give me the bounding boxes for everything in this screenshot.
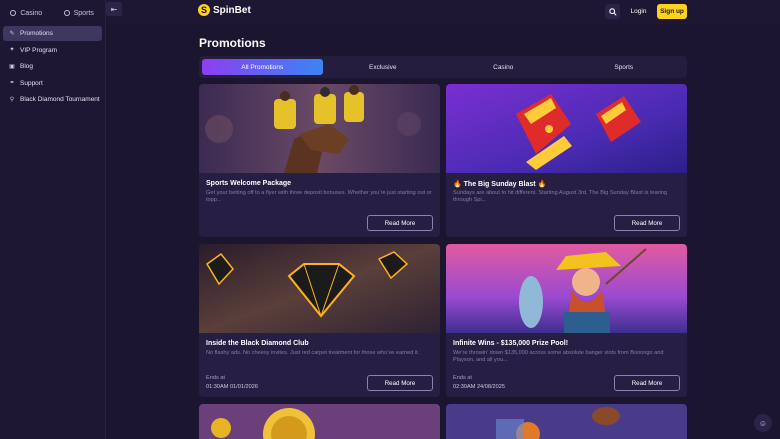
logo[interactable]: S SpinBet bbox=[198, 4, 251, 16]
sidebar-item-label: Promotions bbox=[20, 30, 53, 37]
read-more-button[interactable]: Read More bbox=[367, 215, 433, 231]
sidebar-item-support[interactable]: ⚭ Support bbox=[3, 76, 102, 91]
chat-icon: ☺ bbox=[758, 418, 768, 428]
page-title: Promotions bbox=[199, 36, 266, 50]
blog-icon: ▣ bbox=[9, 63, 15, 70]
card-description: We’re throwin’ down $135,000 across some… bbox=[453, 350, 664, 363]
ends-at-label: Ends at bbox=[453, 375, 472, 381]
switch-sports-label: Sports bbox=[73, 9, 94, 17]
trophy-icon: ⚲ bbox=[9, 96, 15, 103]
ends-at-label: Ends at bbox=[206, 375, 225, 381]
card-title: Infinite Wins - $135,000 Prize Pool! bbox=[453, 340, 569, 347]
sidebar-item-label: Black Diamond Tournament bbox=[20, 96, 100, 103]
promo-image-gold-coins bbox=[199, 404, 440, 439]
read-more-button[interactable]: Read More bbox=[614, 215, 680, 231]
switch-casino-label: Casino bbox=[20, 9, 43, 17]
read-more-button[interactable]: Read More bbox=[614, 375, 680, 391]
sidebar-collapse-icon: ⇤ bbox=[110, 4, 118, 14]
sidebar-item-vip-program[interactable]: ✦ VIP Program bbox=[3, 43, 102, 58]
promo-card-sports-welcome[interactable]: Sports Welcome Package Get your betting … bbox=[199, 84, 440, 237]
promo-image-fisherman bbox=[446, 244, 687, 333]
switch-sports[interactable]: Sports bbox=[53, 10, 106, 17]
tab-all-promotions[interactable]: All Promotions bbox=[202, 59, 323, 75]
promo-card-sports-balls[interactable] bbox=[446, 404, 687, 439]
promo-card-black-diamond-club[interactable]: Inside the Black Diamond Club No flashy … bbox=[199, 244, 440, 397]
card-title: 🔥 The Big Sunday Blast 🔥 bbox=[453, 181, 547, 188]
ends-at-value: 01:30AM 01/01/2026 bbox=[206, 384, 258, 390]
read-more-button[interactable]: Read More bbox=[367, 375, 433, 391]
spinbet-logo-icon: S bbox=[198, 4, 210, 16]
card-title: Inside the Black Diamond Club bbox=[206, 340, 309, 347]
promo-image-sports-balls bbox=[446, 404, 687, 439]
product-switch: Casino Sports bbox=[0, 0, 105, 26]
sidebar-item-label: Support bbox=[20, 79, 43, 87]
search-icon bbox=[608, 7, 617, 16]
menu-toggle-button[interactable]: ⇤ bbox=[106, 2, 122, 16]
sidebar-item-label: Blog bbox=[20, 63, 34, 70]
search-button[interactable] bbox=[605, 4, 620, 19]
login-button[interactable]: Login bbox=[626, 4, 651, 19]
tab-casino[interactable]: Casino bbox=[443, 59, 564, 75]
promo-card-coins[interactable] bbox=[199, 404, 440, 439]
signup-button[interactable]: Sign up bbox=[657, 4, 687, 19]
sidebar-item-promotions[interactable]: ✎ Promotions bbox=[3, 26, 102, 41]
support-icon: ⚭ bbox=[9, 80, 15, 86]
promo-image-diamonds bbox=[199, 244, 440, 333]
megaphone-icon: ✎ bbox=[9, 30, 15, 37]
card-description: Get your betting off to a flyer with thr… bbox=[206, 190, 432, 203]
sidebar-item-label: VIP Program bbox=[20, 46, 58, 54]
tab-sports[interactable]: Sports bbox=[564, 59, 685, 75]
promo-image-horse-racing bbox=[199, 84, 440, 173]
card-description: No flashy ads. No cheesy invites. Just r… bbox=[206, 350, 420, 356]
tab-exclusive[interactable]: Exclusive bbox=[323, 59, 444, 75]
top-bar: ⇤ S SpinBet Login Sign up bbox=[106, 0, 780, 24]
vip-icon: ✦ bbox=[9, 47, 15, 53]
card-title: Sports Welcome Package bbox=[206, 180, 292, 187]
promo-card-big-sunday-blast[interactable]: 🔥 The Big Sunday Blast 🔥 Sundays are abo… bbox=[446, 84, 687, 237]
live-chat-button[interactable]: ☺ bbox=[754, 414, 772, 432]
switch-casino[interactable]: Casino bbox=[0, 10, 53, 17]
sidebar-item-blog[interactable]: ▣ Blog bbox=[3, 59, 102, 74]
sidebar: Casino Sports ✎ Promotions ✦ VIP Program… bbox=[0, 0, 106, 439]
sports-icon bbox=[63, 10, 70, 16]
sidebar-item-black-diamond-tournament[interactable]: ⚲ Black Diamond Tournament bbox=[3, 92, 102, 107]
promo-card-infinite-wins[interactable]: Infinite Wins - $135,000 Prize Pool! We’… bbox=[446, 244, 687, 397]
card-description: Sundays are about to hit different. Star… bbox=[453, 190, 668, 203]
casino-icon bbox=[10, 10, 17, 16]
logo-text: SpinBet bbox=[213, 4, 251, 16]
ends-at-value: 02:30AM 24/08/2025 bbox=[453, 384, 505, 390]
sidebar-nav: ✎ Promotions ✦ VIP Program ▣ Blog ⚭ Supp… bbox=[0, 26, 105, 107]
promo-image-firecrackers bbox=[446, 84, 687, 173]
promotion-tabs: All Promotions Exclusive Casino Sports bbox=[199, 56, 687, 78]
